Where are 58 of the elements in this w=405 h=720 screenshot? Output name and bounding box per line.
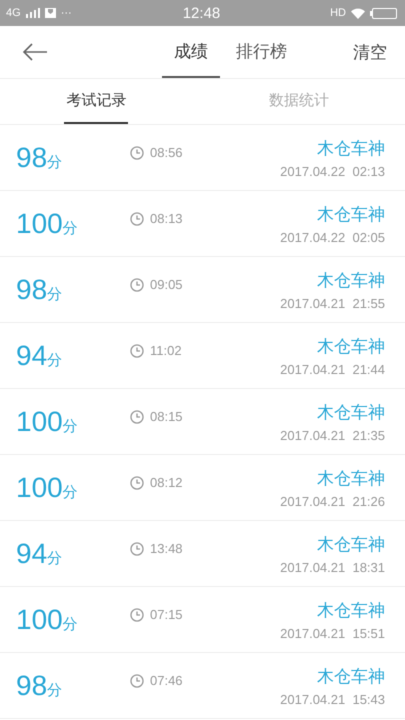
- tab[interactable]: 成绩: [162, 26, 220, 78]
- date-time: 2017.04.21 21:55: [280, 296, 385, 310]
- user-name: 木仓车神: [317, 336, 385, 358]
- clock-icon: [130, 476, 144, 490]
- date-time: 2017.04.21 18:31: [280, 560, 385, 574]
- more-label: ···: [60, 7, 72, 19]
- battery-icon: [370, 8, 397, 18]
- duration-text: 11:02: [150, 343, 182, 358]
- clock-icon: [130, 674, 144, 688]
- hd-label: HD: [330, 7, 346, 19]
- date-time: 2017.04.21 15:43: [280, 692, 385, 706]
- duration-text: 08:13: [150, 211, 183, 226]
- signal-icon: [26, 8, 40, 18]
- clock-icon: [130, 278, 144, 292]
- tab[interactable]: 排行榜: [224, 26, 299, 78]
- duration-text: 08:12: [150, 475, 183, 490]
- score-text: 100分: [16, 472, 79, 504]
- duration-text: 08:56: [150, 145, 183, 160]
- user-name: 木仓车神: [317, 666, 385, 688]
- wifi-icon: [350, 8, 365, 18]
- clock-icon: [130, 410, 144, 424]
- tab[interactable]: 考试记录: [64, 79, 128, 124]
- date-time: 2017.04.21 21:35: [280, 428, 385, 442]
- clock-icon: [130, 542, 144, 556]
- score-text: 100分: [16, 208, 79, 240]
- user-name: 木仓车神: [317, 270, 385, 292]
- score-text: 98分: [16, 142, 64, 174]
- score-text: 94分: [16, 340, 64, 372]
- date-time: 2017.04.21 21:26: [280, 494, 385, 508]
- duration-text: 07:15: [150, 607, 183, 622]
- duration-text: 13:48: [150, 541, 183, 556]
- duration-text: 09:05: [150, 277, 183, 292]
- clear-button[interactable]: 清空: [353, 40, 387, 64]
- score-text: 100分: [16, 604, 79, 636]
- score-text: 98分: [16, 670, 64, 702]
- clock-icon: [130, 344, 144, 358]
- clock-icon: [130, 608, 144, 622]
- message-icon: [44, 8, 56, 18]
- user-name: 木仓车神: [317, 600, 385, 622]
- network-label: 4G: [6, 7, 21, 19]
- user-name: 木仓车神: [317, 468, 385, 490]
- date-time: 2017.04.21 21:44: [280, 362, 385, 376]
- date-time: 2017.04.22 02:13: [280, 164, 385, 178]
- user-name: 木仓车神: [317, 534, 385, 556]
- user-name: 木仓车神: [317, 402, 385, 424]
- duration-text: 08:15: [150, 409, 183, 424]
- back-arrow-icon[interactable]: [22, 43, 48, 61]
- clock-icon: [130, 146, 144, 160]
- score-text: 94分: [16, 538, 64, 570]
- clock-icon: [130, 212, 144, 226]
- clock-time: 12:48: [182, 4, 220, 22]
- user-name: 木仓车神: [317, 204, 385, 226]
- date-time: 2017.04.21 15:51: [280, 626, 385, 640]
- score-text: 100分: [16, 406, 79, 438]
- user-name: 木仓车神: [317, 138, 385, 160]
- duration-text: 07:46: [150, 673, 183, 688]
- date-time: 2017.04.22 02:05: [280, 230, 385, 244]
- score-text: 98分: [16, 274, 64, 306]
